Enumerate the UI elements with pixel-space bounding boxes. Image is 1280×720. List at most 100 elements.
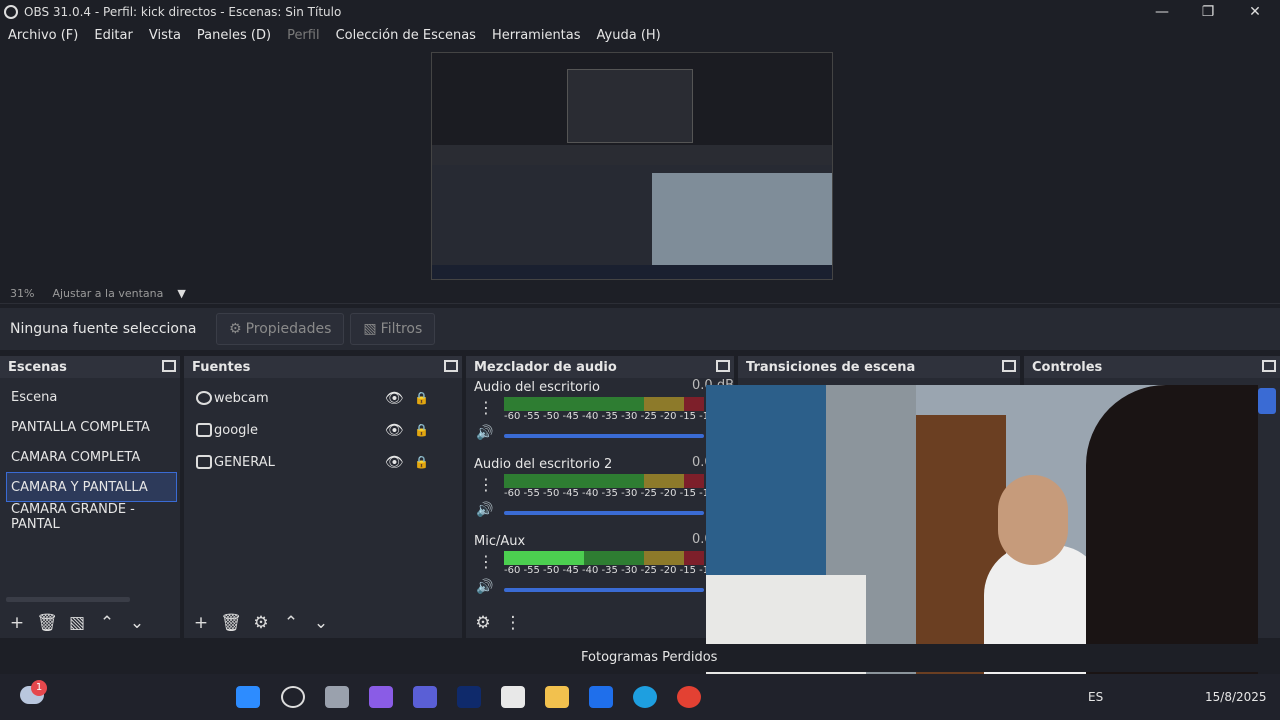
- source-item[interactable]: google 👁 🔒: [184, 414, 462, 446]
- zoom-percent: 31%: [10, 287, 35, 300]
- scene-item[interactable]: CAMARA GRANDE - PANTAL: [0, 502, 180, 532]
- sources-dock-title: Fuentes: [184, 356, 462, 378]
- audio-mixer-dock: Mezclador de audio Audio del escritorio …: [466, 356, 734, 638]
- eye-icon[interactable]: 👁: [385, 389, 404, 407]
- chevron-up-icon[interactable]: ⌃: [96, 612, 118, 634]
- volume-slider[interactable]: [504, 511, 704, 515]
- gear-icon[interactable]: ⚙: [250, 612, 272, 634]
- preview-top: [432, 53, 832, 145]
- maximize-button[interactable]: ❐: [1185, 0, 1231, 24]
- trash-icon[interactable]: 🗑: [220, 612, 242, 634]
- undock-icon[interactable]: [1262, 360, 1276, 372]
- meter-ticks: -60 -55 -50 -45 -40 -35 -30 -25 -20 -15 …: [504, 565, 729, 576]
- scene-item[interactable]: Escena: [0, 382, 180, 412]
- file-explorer-icon[interactable]: [545, 686, 569, 708]
- language-indicator[interactable]: ES: [1088, 690, 1103, 704]
- edge-icon[interactable]: [633, 686, 657, 708]
- zoom-bar: 31% Ajustar a la ventana ▼: [0, 284, 1280, 304]
- speaker-icon[interactable]: 🔊: [476, 579, 493, 595]
- teams-icon[interactable]: [413, 686, 437, 708]
- sources-title: Fuentes: [192, 359, 251, 375]
- chrome-icon[interactable]: [677, 686, 701, 708]
- scenes-scrollbar[interactable]: [6, 597, 130, 602]
- context-bar: Ninguna fuente selecciona ⚙ Propiedades ▧…: [0, 308, 1280, 350]
- menu-perfil[interactable]: Perfil: [279, 28, 328, 43]
- speaker-icon[interactable]: 🔊: [476, 502, 493, 518]
- lock-icon[interactable]: 🔒: [414, 391, 429, 405]
- menu-vista[interactable]: Vista: [141, 28, 189, 43]
- menu-paneles[interactable]: Paneles (D): [189, 28, 279, 43]
- controls-dock-title: Controles: [1024, 356, 1280, 378]
- undock-icon[interactable]: [162, 360, 176, 372]
- menu-herramientas[interactable]: Herramientas: [484, 28, 589, 43]
- gear-icon[interactable]: ⚙: [472, 612, 494, 634]
- trash-icon[interactable]: 🗑: [36, 612, 58, 634]
- kebab-menu-icon[interactable]: ⋮: [478, 475, 494, 494]
- minimize-button[interactable]: —: [1139, 0, 1185, 24]
- lock-icon[interactable]: 🔒: [414, 455, 429, 469]
- add-icon[interactable]: +: [6, 612, 28, 634]
- undock-icon[interactable]: [444, 360, 458, 372]
- volume-slider[interactable]: [504, 588, 704, 592]
- menu-coleccion-escenas[interactable]: Colección de Escenas: [328, 28, 484, 43]
- kebab-menu-icon[interactable]: ⋮: [478, 398, 494, 417]
- gear-icon: ⚙: [229, 321, 242, 337]
- windows-start-icon[interactable]: [236, 686, 260, 708]
- undock-icon[interactable]: [1002, 360, 1016, 372]
- scene-item[interactable]: PANTALLA COMPLETA: [0, 412, 180, 442]
- program-preview[interactable]: [431, 52, 833, 280]
- filters-button[interactable]: ▧ Filtros: [350, 313, 436, 345]
- sources-toolbar: + 🗑 ⚙ ⌃ ⌄: [184, 608, 462, 638]
- kebab-menu-icon[interactable]: ⋮: [478, 552, 494, 571]
- store-icon[interactable]: [501, 686, 525, 708]
- lock-icon[interactable]: 🔒: [414, 423, 429, 437]
- controls-title: Controles: [1032, 359, 1103, 375]
- zoom-fit-select[interactable]: Ajustar a la ventana: [52, 287, 163, 300]
- copilot-icon[interactable]: [369, 686, 393, 708]
- preview-taskbar: [432, 265, 832, 279]
- app-icon[interactable]: [589, 686, 613, 708]
- webcam-icon: [196, 391, 212, 405]
- no-source-label: Ninguna fuente selecciona: [10, 321, 197, 337]
- menu-editar[interactable]: Editar: [86, 28, 141, 43]
- search-icon[interactable]: [281, 686, 305, 708]
- kebab-menu-icon[interactable]: ⋮: [502, 612, 524, 634]
- clock-date[interactable]: 15/8/2025: [1205, 690, 1267, 704]
- sources-dock: Fuentes webcam 👁 🔒 google 👁 🔒 GENERAL 👁 …: [184, 356, 462, 638]
- eye-icon[interactable]: 👁: [385, 453, 404, 471]
- volume-meter: [504, 397, 704, 411]
- scene-filter-icon[interactable]: ▧: [66, 612, 88, 634]
- chevron-down-icon[interactable]: ⌄: [310, 612, 332, 634]
- properties-button[interactable]: ⚙ Propiedades: [216, 313, 345, 345]
- volume-slider[interactable]: [504, 434, 704, 438]
- speaker-icon[interactable]: 🔊: [476, 425, 493, 441]
- title-bar: OBS 31.0.4 - Perfil: kick directos - Esc…: [0, 0, 1280, 24]
- add-icon[interactable]: +: [190, 612, 212, 634]
- nested-preview: [567, 69, 693, 143]
- scenes-dock-title: Escenas: [0, 356, 180, 378]
- menu-ayuda[interactable]: Ayuda (H): [589, 28, 669, 43]
- disney-plus-icon[interactable]: [457, 686, 481, 708]
- undock-icon[interactable]: [716, 360, 730, 372]
- task-view-icon[interactable]: [325, 686, 349, 708]
- preview-camera: [652, 173, 832, 273]
- mixer-toolbar: ⚙ ⋮: [466, 608, 734, 638]
- source-item[interactable]: GENERAL 👁 🔒: [184, 446, 462, 478]
- meter-ticks: -60 -55 -50 -45 -40 -35 -30 -25 -20 -15 …: [504, 488, 729, 499]
- eye-icon[interactable]: 👁: [385, 421, 404, 439]
- source-label: google: [214, 422, 259, 438]
- scene-item-selected[interactable]: CAMARA Y PANTALLA: [6, 472, 177, 502]
- start-streaming-button[interactable]: [1258, 388, 1276, 414]
- filters-label: Filtros: [380, 321, 423, 337]
- chevron-down-icon[interactable]: ▼: [177, 287, 185, 300]
- close-button[interactable]: ✕: [1232, 0, 1278, 24]
- menu-archivo[interactable]: Archivo (F): [0, 28, 86, 43]
- scene-item[interactable]: CAMARA COMPLETA: [0, 442, 180, 472]
- transitions-dock-title: Transiciones de escena: [738, 356, 1020, 378]
- face: [998, 475, 1068, 565]
- source-item[interactable]: webcam 👁 🔒: [184, 382, 462, 414]
- menu-bar: Archivo (F) Editar Vista Paneles (D) Per…: [0, 24, 1280, 46]
- mixer-channel: Mic/Aux 0.0 dB ⋮ -60 -55 -50 -45 -40 -35…: [466, 532, 734, 609]
- chevron-up-icon[interactable]: ⌃: [280, 612, 302, 634]
- chevron-down-icon[interactable]: ⌄: [126, 612, 148, 634]
